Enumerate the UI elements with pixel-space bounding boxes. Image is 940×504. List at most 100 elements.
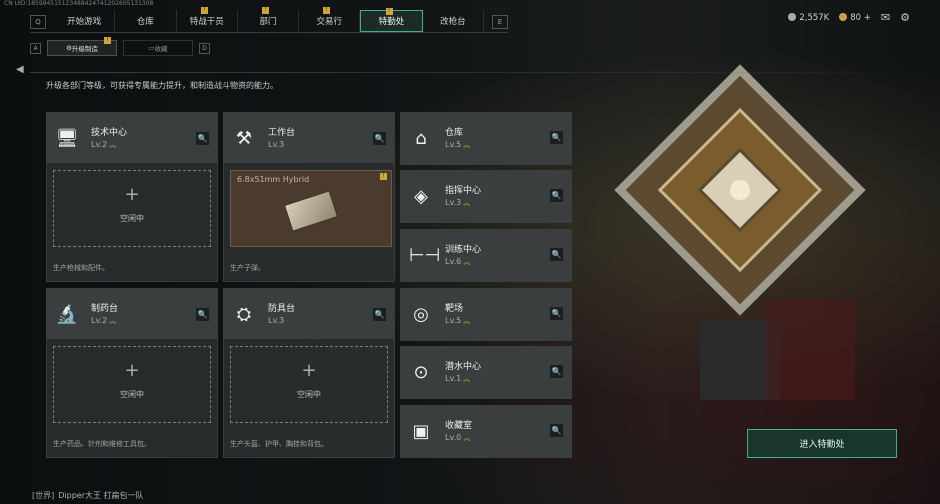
notification-badge: ! (200, 7, 208, 14)
idle-slot[interactable]: + 空闲中 (53, 346, 211, 423)
notification-badge: ! (385, 8, 393, 15)
card-armor-bench[interactable]: ⛭ 防具台 Lv.3 🔍 + 空闲中 生产头盔、护甲、胸挂和背包。 (223, 288, 395, 458)
tab-department[interactable]: ! 部门 (238, 7, 300, 32)
card-training-center[interactable]: ⊢⊣ 训练中心 Lv.6 ︽ 🔍 (400, 229, 572, 282)
tab-upgrade-manufacture[interactable]: ! ⚙ 升级制造 (47, 37, 117, 56)
search-icon[interactable]: 🔍 (373, 308, 386, 321)
mail-icon[interactable]: ✉ (881, 11, 890, 24)
tab-label: 升级制造 (71, 45, 98, 53)
silver-currency: 2,557K (788, 12, 830, 23)
subnav-prev-key[interactable]: A (30, 42, 41, 54)
plus-icon: + (124, 184, 140, 205)
search-icon[interactable]: 🔍 (550, 365, 563, 378)
card-name: 技术中心 (91, 128, 128, 138)
level-text: Lv.6 (445, 257, 462, 266)
card-warehouse[interactable]: ⌂ 仓库 Lv.5 ︽ 🔍 (400, 112, 572, 165)
back-icon[interactable]: ◀ (16, 64, 24, 75)
card-description: 生产头盔、护甲、胸挂和背包。 (230, 440, 328, 448)
notification-badge: ! (380, 173, 387, 180)
tab-special-ops[interactable]: ! 特勤处 (360, 8, 423, 32)
divider (30, 72, 910, 73)
card-level: Lv.5 ︽ (445, 140, 470, 150)
tab-label: 改枪台 (440, 17, 466, 27)
ammo-box-icon (283, 190, 339, 232)
tab-trading[interactable]: ! 交易行 (299, 7, 361, 32)
cube-artwork (614, 64, 866, 400)
level-text: Lv.2 (91, 316, 108, 325)
warehouse-icon: ⌂ (415, 128, 427, 149)
tab-warehouse[interactable]: 仓库 (115, 10, 177, 32)
notification-badge: ! (323, 7, 331, 14)
diving-icon: ⊙ (413, 362, 429, 383)
plus-icon: + (301, 360, 317, 381)
card-level: Lv.2 ︽ (91, 140, 116, 150)
subnav-next-key[interactable]: D (199, 42, 210, 54)
card-workbench[interactable]: ⚒ 工作台 Lv.3 🔍 6.8x51mm Hybrid ! 生产子弹。 (223, 112, 395, 282)
tab-label: 仓库 (136, 17, 154, 27)
card-diving-center[interactable]: ⊙ 潜水中心 Lv.1 ︽ 🔍 (400, 346, 572, 399)
idle-status: 空闲中 (120, 390, 144, 399)
card-pharmacy[interactable]: 🔬 制药台 Lv.2 ︽ 🔍 + 空闲中 生产药品、针剂和维修工具包。 (46, 288, 218, 458)
level-text: Lv.5 (445, 140, 462, 149)
top-nav: Q 开始游戏 仓库 ! 特战干员 ! 部门 ! 交易行 ! 特勤处 改枪台 E (30, 7, 508, 33)
card-shooting-range[interactable]: ◎ 靶场 Lv.5 ︽ 🔍 (400, 288, 572, 341)
upgrade-chevron-icon: ︽ (463, 199, 471, 207)
card-level: Lv.5 ︽ (445, 316, 470, 326)
level-text: Lv.0 (445, 433, 462, 442)
search-icon[interactable]: 🔍 (196, 308, 209, 321)
tab-collection[interactable]: ▭ 收藏 (123, 40, 193, 56)
plus-icon: + (124, 360, 140, 381)
silver-coin-icon (788, 12, 797, 21)
search-icon[interactable]: 🔍 (550, 248, 563, 261)
search-icon[interactable]: 🔍 (550, 131, 563, 144)
card-collection-room[interactable]: ▣ 收藏室 Lv.0 ︽ 🔍 (400, 405, 572, 458)
tab-start-game[interactable]: 开始游戏 (54, 10, 116, 32)
tools-icon: ⚒ (235, 128, 253, 149)
uid-text: CN UID:1859945151234884247412026051313​0… (4, 0, 154, 7)
tab-label: 特战干员 (189, 17, 224, 27)
production-slot[interactable]: 6.8x51mm Hybrid ! (230, 170, 392, 247)
search-icon[interactable]: 🔍 (550, 307, 563, 320)
upgrade-chevron-icon: ︽ (463, 375, 471, 383)
silver-amount: 2,557K (799, 12, 830, 23)
tab-label: 特勤处 (378, 17, 405, 27)
nav-next-key[interactable]: E (491, 15, 508, 29)
card-level: Lv.0 ︽ (445, 433, 470, 443)
upgrade-chevron-icon: ︽ (463, 258, 471, 266)
card-level: Lv.3 (268, 316, 284, 325)
card-level: Lv.1 ︽ (445, 374, 470, 384)
tab-gunsmith[interactable]: 改枪台 (423, 10, 484, 32)
idle-slot[interactable]: + 空闲中 (230, 346, 388, 423)
card-name: 训练中心 (445, 245, 482, 255)
card-level: Lv.3 (268, 140, 284, 149)
level-text: Lv.3 (268, 140, 285, 149)
card-level: Lv.6 ︽ (445, 257, 470, 267)
upgrade-chevron-icon: ︽ (463, 141, 471, 149)
idle-slot[interactable]: + 空闲中 (53, 170, 211, 247)
chat-line[interactable]: [世界] Dipper大王 打扁包一队 (32, 490, 144, 501)
card-name: 防具台 (268, 304, 296, 314)
idle-status: 空闲中 (297, 390, 321, 399)
search-icon[interactable]: 🔍 (550, 189, 563, 202)
card-name: 潜水中心 (445, 362, 482, 372)
search-icon[interactable]: 🔍 (550, 424, 563, 437)
card-command-center[interactable]: ◈ 指挥中心 Lv.3 ︽ 🔍 (400, 170, 572, 223)
command-icon: ◈ (414, 186, 428, 207)
dumbbell-icon: ⊢⊣ (409, 245, 441, 266)
currency-bar: 2,557K 80 + ✉ ⚙ (788, 11, 910, 24)
gold-currency[interactable]: 80 + (839, 12, 871, 23)
tab-operators[interactable]: ! 特战干员 (177, 7, 238, 32)
search-icon[interactable]: 🔍 (196, 132, 209, 145)
card-description: 生产枪械和配件。 (53, 264, 109, 272)
search-icon[interactable]: 🔍 (373, 132, 386, 145)
sub-nav: A ! ⚙ 升级制造 ▭ 收藏 D (30, 37, 210, 56)
enter-special-ops-button[interactable]: 进入特勤处 (747, 429, 897, 458)
settings-icon[interactable]: ⚙ (900, 11, 910, 24)
product-name: 6.8x51mm Hybrid (237, 175, 310, 184)
nav-prev-key[interactable]: Q (30, 15, 46, 29)
card-description: 生产子弹。 (230, 264, 265, 272)
add-icon[interactable]: + (864, 13, 871, 23)
card-tech-center[interactable]: 🖥 技术中心 Lv.2 ︽ 🔍 + 空闲中 生产枪械和配件。 (46, 112, 218, 282)
target-icon: ◎ (413, 304, 429, 325)
chat-message: Dipper大王 打扁包一队 (58, 491, 144, 500)
